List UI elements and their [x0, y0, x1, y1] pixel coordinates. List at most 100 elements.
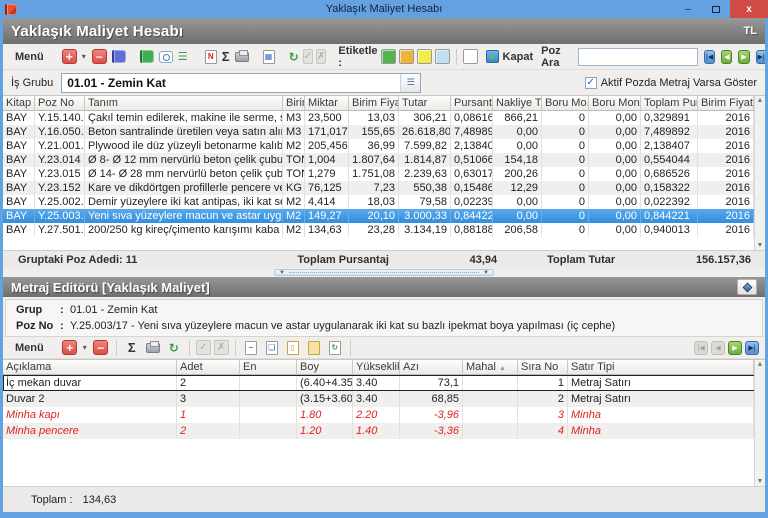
column-header-8[interactable]: Sıra No: [518, 360, 568, 375]
column-header-3[interactable]: Tanım: [85, 96, 283, 111]
table-row[interactable]: BAYY.27.501...200/250 kg kireç/çimento k…: [3, 223, 765, 237]
refresh-button[interactable]: ↻: [288, 48, 300, 66]
kapat-label: Kapat: [503, 51, 534, 63]
add-poz-button[interactable]: +: [61, 48, 78, 66]
clipboard-button[interactable]: [305, 339, 323, 357]
splitter-grip[interactable]: ▼ ▼: [274, 269, 494, 276]
kapat-button[interactable]: Kapat: [481, 49, 539, 64]
table-row[interactable]: BAYY.23.014Ø 8- Ø 12 mm nervürlü beton ç…: [3, 153, 765, 167]
column-header-2[interactable]: Adet: [177, 360, 240, 375]
column-header-6[interactable]: Azı: [400, 360, 463, 375]
scroll-down-icon[interactable]: ▼: [757, 242, 764, 249]
minimize-button[interactable]: –: [674, 0, 702, 18]
book-green-button[interactable]: [139, 48, 155, 66]
tag-amber-button[interactable]: [399, 49, 414, 64]
menu-button[interactable]: Menü: [9, 49, 50, 65]
column-header-9[interactable]: Satır Tipi: [568, 360, 754, 375]
cell: 13,03: [349, 111, 399, 125]
paste-button[interactable]: ▯: [284, 339, 302, 357]
search-note-button[interactable]: [158, 48, 174, 66]
scroll-down-icon[interactable]: ▼: [757, 478, 764, 485]
metraj-grid-vscrollbar[interactable]: ▲ ▼: [754, 360, 765, 486]
poz-ara-input[interactable]: [578, 48, 698, 66]
table-row[interactable]: Duvar 23(3.15+3.60)3.4068,852Metraj Satı…: [3, 391, 765, 407]
maximize-button[interactable]: [702, 0, 730, 18]
cell: BAY: [3, 111, 35, 125]
column-header-5[interactable]: Miktar: [305, 96, 349, 111]
sort-indicator-icon: ▲: [499, 365, 506, 372]
add-row-dropdown-caret[interactable]: ▾: [83, 343, 87, 352]
nav-next-button[interactable]: ▶: [728, 341, 742, 355]
book-blue-button[interactable]: [111, 48, 127, 66]
column-header-7[interactable]: Mahal▲: [463, 360, 518, 375]
column-header-6[interactable]: Birim Fiyat: [349, 96, 399, 111]
add-dropdown-caret[interactable]: ▾: [82, 52, 86, 61]
nav-prev-button[interactable]: ◀: [721, 50, 732, 64]
nav-last-button[interactable]: ▶|: [745, 341, 759, 355]
sum-button[interactable]: Σ: [221, 48, 231, 66]
tag-yellow-button[interactable]: [417, 49, 432, 64]
table-row[interactable]: BAYY.23.015Ø 14- Ø 28 mm nervürlü beton …: [3, 167, 765, 181]
refresh-metraj-button[interactable]: ↻: [165, 339, 183, 357]
cell: Metraj Satırı: [568, 391, 754, 407]
tag-white-button[interactable]: [463, 49, 478, 64]
tree-dropdown-icon[interactable]: ☰: [400, 74, 420, 92]
remove-row-button[interactable]: −: [92, 339, 110, 357]
close-button[interactable]: x: [730, 0, 768, 18]
cell: Çakıl temin edilerek, makine ile serme, …: [85, 111, 283, 125]
report-button[interactable]: ▦: [262, 48, 276, 66]
metraj-title: Metraj Editörü [Yaklaşık Maliyet]: [11, 280, 210, 295]
column-header-9[interactable]: Nakliye Tu...: [493, 96, 542, 111]
remove-poz-button[interactable]: −: [91, 48, 108, 66]
column-header-12[interactable]: Toplam Pur...: [641, 96, 698, 111]
currency-label: TL: [744, 25, 757, 37]
metraj-expand-button[interactable]: [737, 279, 757, 295]
column-header-3[interactable]: En: [240, 360, 297, 375]
column-header-2[interactable]: Poz No: [35, 96, 85, 111]
add-row-button[interactable]: +: [61, 339, 79, 357]
cut-row-button[interactable]: −: [242, 339, 260, 357]
cell: 2016: [698, 223, 754, 237]
analysis-button[interactable]: N: [204, 48, 218, 66]
tag-lightblue-button[interactable]: [435, 49, 450, 64]
sum-rows-button[interactable]: Σ: [123, 339, 141, 357]
column-header-7[interactable]: Tutar: [399, 96, 451, 111]
metraj-menu-button[interactable]: Menü: [9, 340, 50, 356]
column-header-5[interactable]: Yükseklik: [353, 360, 400, 375]
table-row[interactable]: BAYY.15.140...Çakıl temin edilerek, maki…: [3, 111, 765, 125]
copy-button[interactable]: ❏: [263, 339, 281, 357]
column-header-13[interactable]: Birim Fiyat Yılı: [698, 96, 754, 111]
nav-first-button[interactable]: |◀: [704, 50, 715, 64]
table-row[interactable]: Minha pencere21.201.40-3,364Minha: [3, 423, 765, 439]
column-header-4[interactable]: Boy: [297, 360, 353, 375]
nav-next-button[interactable]: ▶: [738, 50, 749, 64]
table-row[interactable]: BAYY.25.003...Yeni sıva yüzeylere macun …: [3, 209, 765, 223]
table-row[interactable]: BAYY.23.152Kare ve dikdörtgen profillerl…: [3, 181, 765, 195]
doc-refresh-button[interactable]: ↻: [326, 339, 344, 357]
nav-last-button[interactable]: ▶|: [756, 50, 765, 64]
table-row[interactable]: BAYY.25.002...Demir yüzeylere iki kat an…: [3, 195, 765, 209]
cancel-button-disabled: ✗: [316, 49, 326, 64]
table-row[interactable]: BAYY.21.001...Plywood ile düz yüzeyli be…: [3, 139, 765, 153]
tag-green-button[interactable]: [381, 49, 396, 64]
scroll-up-icon[interactable]: ▲: [757, 97, 764, 104]
column-header-1[interactable]: Kitap: [3, 96, 35, 111]
cell: M3: [283, 111, 305, 125]
aktif-pozda-checkbox[interactable]: ✓ Aktif Pozda Metraj Varsa Göster: [585, 77, 757, 89]
table-row[interactable]: İç mekan duvar2(6.40+4.35)3.4073,11Metra…: [3, 375, 765, 391]
print-metraj-button[interactable]: [144, 339, 162, 357]
table-row[interactable]: Minha kapı11.802.20-3,963Minha: [3, 407, 765, 423]
print-button[interactable]: [234, 48, 250, 66]
table-row[interactable]: BAYY.16.050...Beton santralinde üretilen…: [3, 125, 765, 139]
is-grubu-combo[interactable]: 01.01 - Zemin Kat ☰: [61, 73, 421, 93]
column-header-4[interactable]: Birim: [283, 96, 305, 111]
column-header-11[interactable]: Boru Mont...: [589, 96, 641, 111]
scroll-up-icon[interactable]: ▲: [757, 361, 764, 368]
hierarchy-button[interactable]: [177, 48, 192, 66]
panel-splitter[interactable]: ▼ ▼: [3, 268, 765, 277]
cell: 200/250 kg kireç/çimento karışımı kaba v…: [85, 223, 283, 237]
column-header-10[interactable]: Boru Mo...: [542, 96, 589, 111]
column-header-8[interactable]: Pursantaj: [451, 96, 493, 111]
poz-grid-vscrollbar[interactable]: ▲ ▼: [754, 96, 765, 250]
column-header-1[interactable]: Açıklama: [3, 360, 177, 375]
